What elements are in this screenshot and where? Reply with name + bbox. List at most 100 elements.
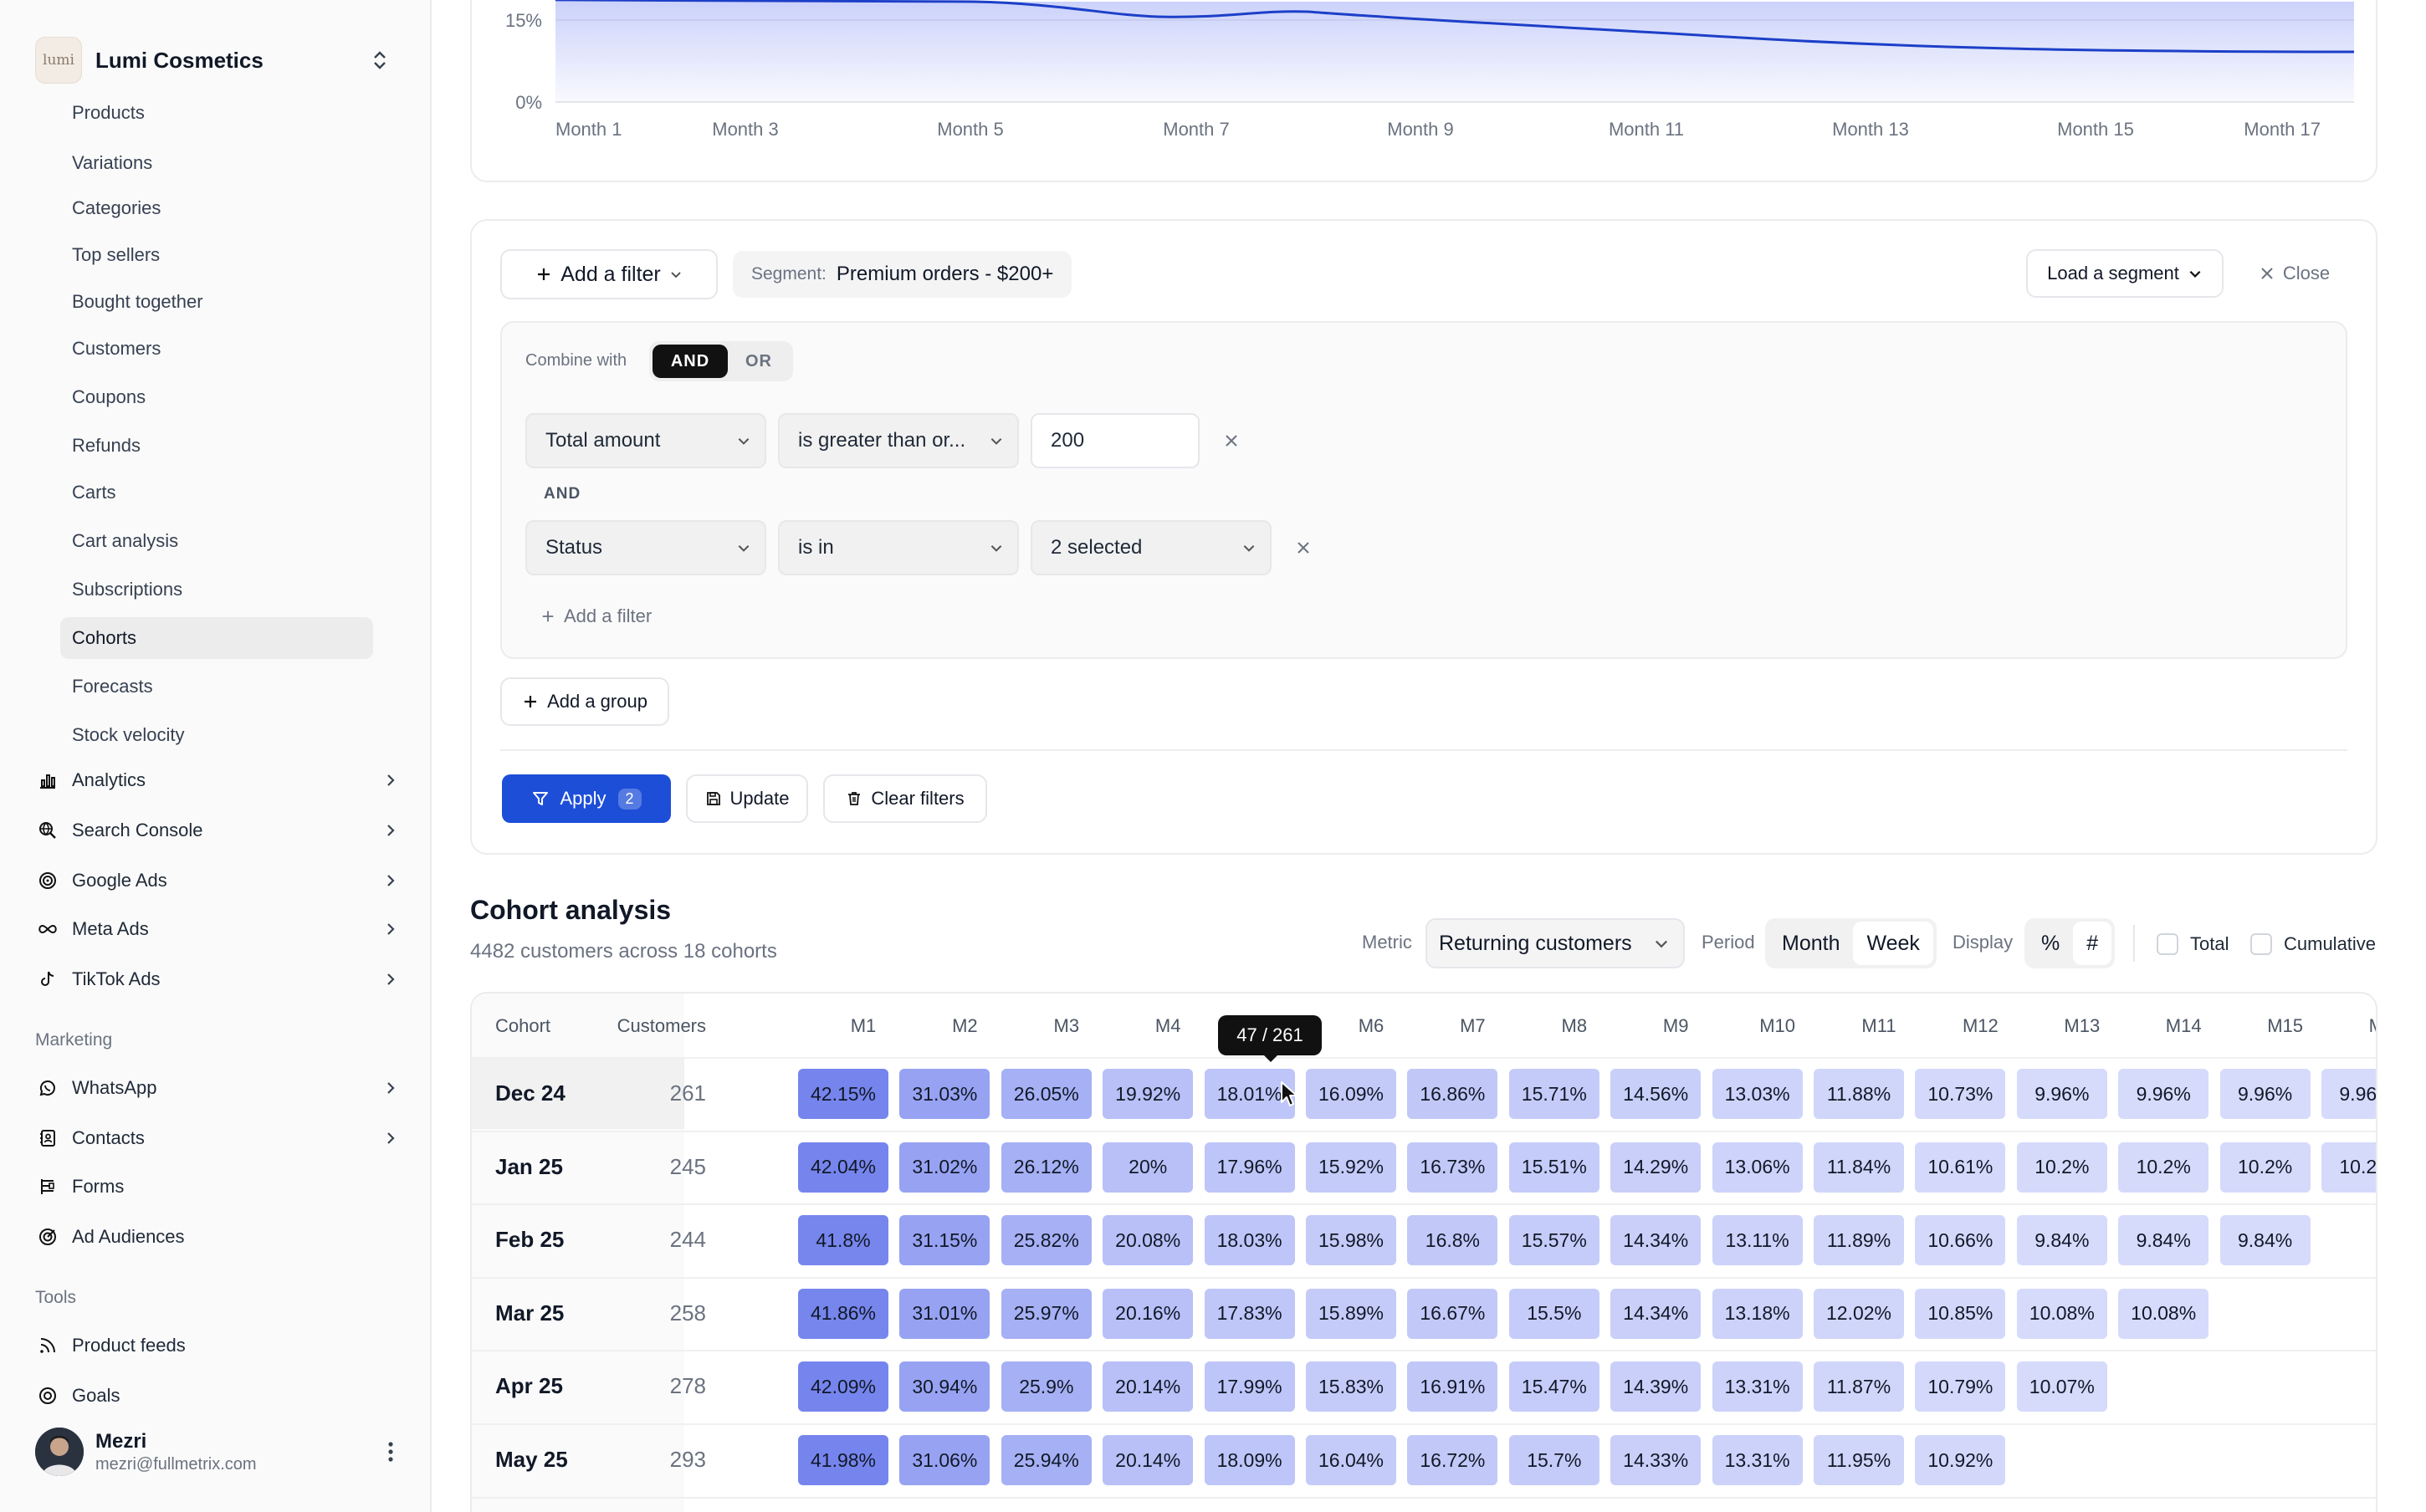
cohort-cell[interactable]: 11.89% [1814, 1215, 1904, 1266]
cohort-cell[interactable]: 31.01% [899, 1288, 990, 1339]
sidebar-item-cart-analysis[interactable]: Cart analysis [60, 520, 373, 562]
workspace-switcher[interactable]: lumi Lumi Cosmetics [35, 37, 395, 84]
more-vertical-icon[interactable] [378, 1435, 403, 1469]
cohort-cell[interactable]: 10.08% [2016, 1288, 2107, 1339]
cohort-cell[interactable]: 16.73% [1407, 1142, 1498, 1193]
cohort-cell[interactable]: 26.12% [1001, 1142, 1092, 1193]
cohort-cell[interactable]: 15.51% [1508, 1142, 1599, 1193]
chevron-right-icon[interactable] [378, 768, 403, 793]
cohort-cell[interactable]: 18.03% [1204, 1215, 1295, 1266]
cohort-cell[interactable]: 16.67% [1407, 1288, 1498, 1339]
sidebar-item-bought-together[interactable]: Bought together [60, 281, 373, 323]
cohort-cell[interactable]: 11.95% [1814, 1435, 1904, 1485]
cohort-cell[interactable]: 10.2% [2118, 1142, 2209, 1193]
rule-field-select[interactable]: Status [525, 520, 766, 575]
cohort-cell[interactable]: 14.34% [1610, 1288, 1702, 1339]
rule-value-select[interactable]: 2 selected [1031, 520, 1272, 575]
cohort-cell[interactable]: 20.14% [1103, 1435, 1194, 1485]
cohort-cell[interactable]: 9.84% [2219, 1215, 2311, 1266]
cohort-cell[interactable]: 20.16% [1103, 1288, 1194, 1339]
cohort-cell[interactable]: 16.8% [1407, 1215, 1498, 1266]
display-toggle[interactable]: % # [2024, 918, 2116, 968]
chevron-right-icon[interactable] [378, 1126, 403, 1151]
sidebar-item-tiktok-ads[interactable]: TikTok Ads [35, 958, 403, 1000]
combine-toggle[interactable]: AND OR [649, 341, 793, 381]
cohort-cell[interactable]: 16.91% [1407, 1361, 1498, 1412]
sidebar-item-variations[interactable]: Variations [60, 142, 373, 184]
apply-filters-button[interactable]: Apply 2 [502, 774, 671, 823]
cohort-cell[interactable]: 25.94% [1001, 1435, 1092, 1485]
sidebar-item-forecasts[interactable]: Forecasts [60, 666, 373, 707]
cohort-cell[interactable]: 11.84% [1814, 1142, 1904, 1193]
period-option-week[interactable]: Week [1853, 922, 1933, 965]
combine-and-option[interactable]: AND [653, 345, 728, 378]
close-filters-button[interactable]: Close [2240, 249, 2349, 298]
add-filter-button[interactable]: Add a filter [500, 249, 718, 299]
cohort-cell[interactable]: 13.31% [1712, 1361, 1803, 1412]
cohort-cell[interactable]: 13.18% [1712, 1288, 1803, 1339]
cohort-cell[interactable]: 14.39% [1610, 1361, 1702, 1412]
cohort-cell[interactable]: 19.92% [1103, 1069, 1194, 1119]
cohort-cell[interactable]: 16.86% [1407, 1069, 1498, 1119]
cohort-cell[interactable]: 31.15% [899, 1215, 990, 1266]
cohort-cell[interactable]: 41.8% [798, 1215, 888, 1266]
cohort-cell[interactable]: 10.92% [1915, 1435, 2006, 1485]
clear-filters-button[interactable]: Clear filters [823, 774, 987, 823]
sidebar-item-product-feeds[interactable]: Product feeds [35, 1325, 403, 1366]
cohort-cell[interactable]: 41.98% [798, 1435, 888, 1485]
cohort-cell[interactable]: 14.33% [1610, 1435, 1702, 1485]
cohort-cell[interactable]: 13.03% [1712, 1069, 1803, 1119]
cohort-cell[interactable]: 20% [1103, 1142, 1194, 1193]
chevron-right-icon[interactable] [378, 917, 403, 942]
remove-rule-icon[interactable] [1219, 428, 1244, 453]
cohort-cell[interactable]: 10.61% [1915, 1142, 2006, 1193]
cohort-cell[interactable]: 17.83% [1204, 1288, 1295, 1339]
rule-value-input[interactable]: 200 [1031, 413, 1200, 468]
cohort-cell[interactable]: 17.99% [1204, 1361, 1295, 1412]
cohort-cell[interactable]: 20.14% [1103, 1361, 1194, 1412]
cohort-cell[interactable]: 15.92% [1306, 1142, 1396, 1193]
cohort-cell[interactable]: 11.88% [1814, 1069, 1904, 1119]
cohort-cell[interactable]: 18.09% [1204, 1435, 1295, 1485]
cohort-cell[interactable]: 10.2% [2219, 1142, 2311, 1193]
sidebar-item-analytics[interactable]: Analytics [35, 759, 403, 801]
cohort-cell[interactable]: 15.5% [1508, 1288, 1599, 1339]
add-group-button[interactable]: Add a group [500, 677, 669, 726]
cohort-cell[interactable]: 31.03% [899, 1069, 990, 1119]
cohort-cell[interactable]: 42.09% [798, 1361, 888, 1412]
cohort-cell[interactable]: 15.57% [1508, 1215, 1599, 1266]
chevron-right-icon[interactable] [378, 818, 403, 843]
sidebar-item-search-console[interactable]: Search Console [35, 810, 403, 851]
cohort-cell[interactable]: 14.29% [1610, 1142, 1702, 1193]
cohort-cell[interactable]: 42.15% [798, 1069, 888, 1119]
load-segment-button[interactable]: Load a segment [2026, 249, 2224, 298]
metric-select[interactable]: Returning customers [1425, 918, 1685, 968]
sidebar-item-products[interactable]: Products [60, 92, 373, 134]
cohort-cell[interactable]: 9.96% [2321, 1069, 2376, 1119]
cohort-cell[interactable]: 30.94% [899, 1361, 990, 1412]
sidebar-item-refunds[interactable]: Refunds [60, 425, 373, 467]
sidebar-item-google-ads[interactable]: Google Ads [35, 860, 403, 902]
cohort-cell[interactable]: 15.47% [1508, 1361, 1599, 1412]
cohort-cell[interactable]: 10.66% [1915, 1215, 2006, 1266]
cohort-cell[interactable]: 14.34% [1610, 1215, 1702, 1266]
sidebar-item-goals[interactable]: Goals [35, 1375, 403, 1417]
cohort-cell[interactable]: 16.72% [1407, 1435, 1498, 1485]
sidebar-item-carts[interactable]: Carts [60, 472, 373, 513]
sidebar-item-categories[interactable]: Categories [60, 187, 373, 229]
sidebar-item-customers[interactable]: Customers [60, 328, 373, 370]
cohort-cell[interactable]: 15.71% [1508, 1069, 1599, 1119]
period-option-month[interactable]: Month [1768, 922, 1853, 965]
rule-field-select[interactable]: Total amount [525, 413, 766, 468]
sidebar-item-top-sellers[interactable]: Top sellers [60, 234, 373, 276]
cohort-cell[interactable]: 17.96% [1204, 1142, 1295, 1193]
cohort-cell[interactable]: 15.98% [1306, 1215, 1396, 1266]
cohort-cell[interactable]: 25.9% [1001, 1361, 1092, 1412]
cohort-cell[interactable]: 9.96% [2016, 1069, 2107, 1119]
cohort-cell[interactable]: 16.04% [1306, 1435, 1396, 1485]
cohort-cell[interactable]: 12.02% [1814, 1288, 1904, 1339]
combine-or-option[interactable]: OR [728, 345, 790, 378]
sidebar-item-ad-audiences[interactable]: Ad Audiences [35, 1216, 403, 1258]
cohort-cell[interactable]: 10.07% [2016, 1361, 2107, 1412]
cohort-cell[interactable]: 15.89% [1306, 1288, 1396, 1339]
